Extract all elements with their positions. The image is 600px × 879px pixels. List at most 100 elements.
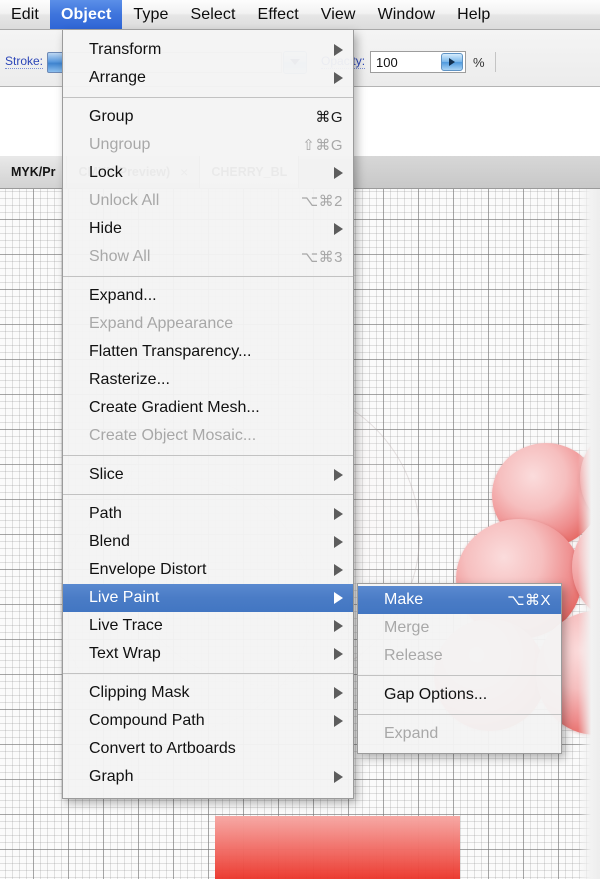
submenu-arrow-icon: [334, 771, 343, 783]
menu-item-label: Unlock All: [89, 192, 160, 209]
menu-item-label: Hide: [89, 220, 122, 237]
menu-item-label: Arrange: [89, 69, 146, 86]
submenu-item-gap-options[interactable]: Gap Options...: [358, 681, 561, 709]
control-bar-overflow: [494, 52, 598, 72]
menubar-item-label: Help: [457, 5, 491, 23]
menu-item-label: Ungroup: [89, 136, 151, 153]
menubar-item-window[interactable]: Window: [367, 0, 447, 29]
menu-item-label: Expand: [384, 725, 439, 742]
menu-item-show-all: Show All ⌥⌘3: [63, 243, 353, 271]
menu-separator: [63, 455, 353, 456]
menubar-item-edit[interactable]: Edit: [0, 0, 50, 29]
menu-item-create-object-mosaic: Create Object Mosaic...: [63, 422, 353, 450]
menu-item-expand-appearance: Expand Appearance: [63, 310, 353, 338]
menu-item-rasterize[interactable]: Rasterize...: [63, 366, 353, 394]
menu-item-expand[interactable]: Expand...: [63, 282, 353, 310]
menu-item-live-trace[interactable]: Live Trace: [63, 612, 353, 640]
menubar-item-type[interactable]: Type: [122, 0, 179, 29]
menu-item-label: Gap Options...: [384, 686, 488, 703]
menu-item-lock[interactable]: Lock: [63, 159, 353, 187]
menu-item-label: Group: [89, 108, 134, 125]
stroke-label[interactable]: Stroke:: [5, 55, 44, 69]
application-menu-bar: Edit Object Type Select Effect View Window Help: [0, 0, 600, 30]
menu-item-label: Transform: [89, 41, 162, 58]
menu-separator: [63, 673, 353, 674]
menubar-item-object[interactable]: Object: [49, 0, 123, 29]
menu-item-convert-to-artboards[interactable]: Convert to Artboards: [63, 735, 353, 763]
menubar-item-select[interactable]: Select: [179, 0, 246, 29]
submenu-arrow-icon: [334, 72, 343, 84]
submenu-arrow-icon: [334, 648, 343, 660]
menu-item-path[interactable]: Path: [63, 500, 353, 528]
menu-item-flatten-transparency[interactable]: Flatten Transparency...: [63, 338, 353, 366]
submenu-item-expand: Expand: [358, 720, 561, 748]
menu-separator: [63, 276, 353, 277]
menu-item-transform[interactable]: Transform: [63, 36, 353, 64]
menu-item-label: Compound Path: [89, 712, 205, 729]
red-rectangle-artwork[interactable]: [215, 816, 460, 879]
submenu-arrow-icon: [334, 620, 343, 632]
menubar-item-view[interactable]: View: [310, 0, 367, 29]
live-paint-submenu[interactable]: Make ⌥⌘X Merge Release Gap Options... Expand: [357, 583, 562, 754]
menu-item-label: Rasterize...: [89, 371, 170, 388]
submenu-item-merge: Merge: [358, 614, 561, 642]
menu-item-graph[interactable]: Graph: [63, 763, 353, 791]
submenu-arrow-icon: [334, 508, 343, 520]
submenu-item-make[interactable]: Make ⌥⌘X: [358, 586, 561, 614]
menubar-item-label: Object: [60, 5, 112, 23]
opacity-input[interactable]: 100: [370, 51, 467, 73]
menubar-item-label: Type: [133, 5, 169, 23]
menu-item-label: Convert to Artboards: [89, 740, 236, 757]
menu-separator: [358, 675, 561, 676]
menu-item-blend[interactable]: Blend: [63, 528, 353, 556]
menubar-item-help[interactable]: Help: [446, 0, 501, 29]
menu-item-label: Graph: [89, 768, 134, 785]
submenu-arrow-icon: [334, 536, 343, 548]
menubar-item-label: View: [320, 5, 356, 23]
object-dropdown-menu[interactable]: Transform Arrange Group ⌘G Ungroup ⇧⌘G Lock Unl…: [62, 30, 354, 799]
submenu-arrow-icon: [334, 44, 343, 56]
menu-item-group[interactable]: Group ⌘G: [63, 103, 353, 131]
menu-item-unlock-all: Unlock All ⌥⌘2: [63, 187, 353, 215]
submenu-arrow-icon: [334, 167, 343, 179]
menu-item-text-wrap[interactable]: Text Wrap: [63, 640, 353, 668]
document-tab[interactable]: MYK/Pr: [0, 156, 68, 188]
menu-item-label: Show All: [89, 248, 151, 265]
menu-item-label: Merge: [384, 619, 430, 636]
menu-item-clipping-mask[interactable]: Clipping Mask: [63, 679, 353, 707]
menu-separator: [63, 494, 353, 495]
menu-item-hide[interactable]: Hide: [63, 215, 353, 243]
menu-item-create-gradient-mesh[interactable]: Create Gradient Mesh...: [63, 394, 353, 422]
menu-item-label: Envelope Distort: [89, 561, 207, 578]
submenu-arrow-icon: [334, 715, 343, 727]
menu-item-slice[interactable]: Slice: [63, 461, 353, 489]
submenu-arrow-icon: [334, 469, 343, 481]
menu-item-compound-path[interactable]: Compound Path: [63, 707, 353, 735]
submenu-item-release: Release: [358, 642, 561, 670]
menubar-item-label: Edit: [11, 5, 39, 23]
menu-item-shortcut: ⌘G: [315, 109, 343, 126]
menu-item-label: Create Gradient Mesh...: [89, 399, 260, 416]
document-tab-label: MYK/Pr: [11, 165, 56, 179]
menu-item-label: Live Trace: [89, 617, 163, 634]
menu-item-label: Flatten Transparency...: [89, 343, 252, 360]
menu-item-live-paint[interactable]: Live Paint: [63, 584, 353, 612]
submenu-arrow-icon: [334, 223, 343, 235]
menu-item-label: Clipping Mask: [89, 684, 190, 701]
menu-item-shortcut: ⇧⌘G: [302, 137, 343, 154]
menubar-item-effect[interactable]: Effect: [247, 0, 310, 29]
menubar-item-label: Window: [377, 5, 436, 23]
menu-item-shortcut: ⌥⌘X: [507, 592, 551, 609]
submenu-arrow-icon: [334, 564, 343, 576]
menu-item-ungroup: Ungroup ⇧⌘G: [63, 131, 353, 159]
menu-item-label: Expand Appearance: [89, 315, 234, 332]
menu-item-label: Path: [89, 505, 122, 522]
menu-item-envelope-distort[interactable]: Envelope Distort: [63, 556, 353, 584]
menu-item-label: Release: [384, 647, 443, 664]
opacity-stepper-button[interactable]: [441, 53, 464, 71]
menu-item-label: Create Object Mosaic...: [89, 427, 257, 444]
menu-item-label: Slice: [89, 466, 124, 483]
opacity-value: 100: [376, 54, 398, 70]
menu-item-arrange[interactable]: Arrange: [63, 64, 353, 92]
menu-item-label: Text Wrap: [89, 645, 161, 662]
